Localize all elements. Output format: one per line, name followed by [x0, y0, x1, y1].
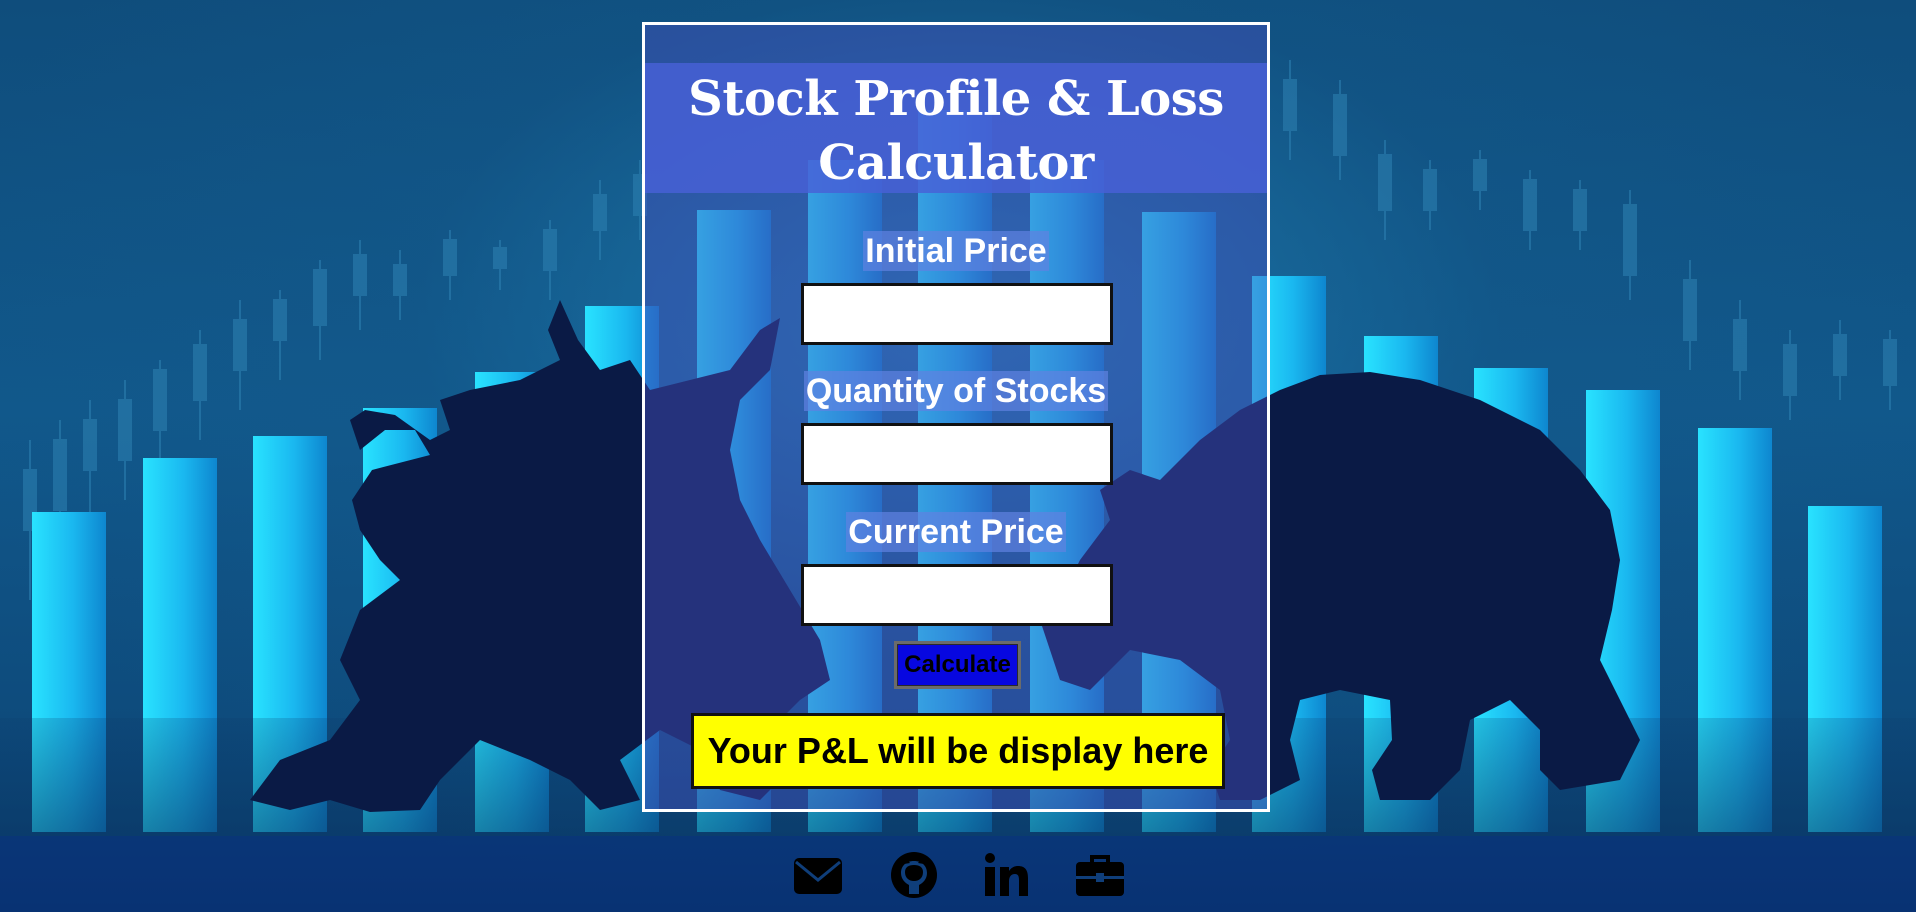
- initial-price-label-wrap: Initial Price: [645, 231, 1267, 271]
- envelope-icon-graphic: [794, 858, 842, 894]
- linkedin-icon-graphic: [985, 853, 1028, 896]
- output-message: Your P&L will be display here: [691, 713, 1225, 789]
- initial-price-label: Initial Price: [863, 231, 1049, 271]
- current-price-label-wrap: Current Price: [645, 512, 1267, 552]
- calculate-button[interactable]: Calculate: [894, 641, 1021, 689]
- current-price-input[interactable]: [801, 564, 1113, 626]
- page-title: Stock Profile & Loss Calculator: [688, 71, 1224, 191]
- quantity-input[interactable]: [801, 423, 1113, 485]
- github-icon-graphic: [891, 852, 937, 898]
- envelope-icon[interactable]: [792, 850, 844, 900]
- initial-price-input[interactable]: [801, 283, 1113, 345]
- quantity-label-wrap: Quantity of Stocks: [645, 371, 1267, 411]
- briefcase-icon-graphic: [1076, 855, 1124, 896]
- current-price-label: Current Price: [846, 512, 1066, 552]
- linkedin-icon[interactable]: [980, 850, 1032, 900]
- footer-links: [788, 850, 1128, 900]
- calculator-card: Stock Profile & Loss Calculator Initial …: [642, 22, 1270, 812]
- briefcase-icon[interactable]: [1074, 850, 1126, 900]
- github-icon[interactable]: [888, 850, 940, 900]
- quantity-label: Quantity of Stocks: [803, 371, 1109, 411]
